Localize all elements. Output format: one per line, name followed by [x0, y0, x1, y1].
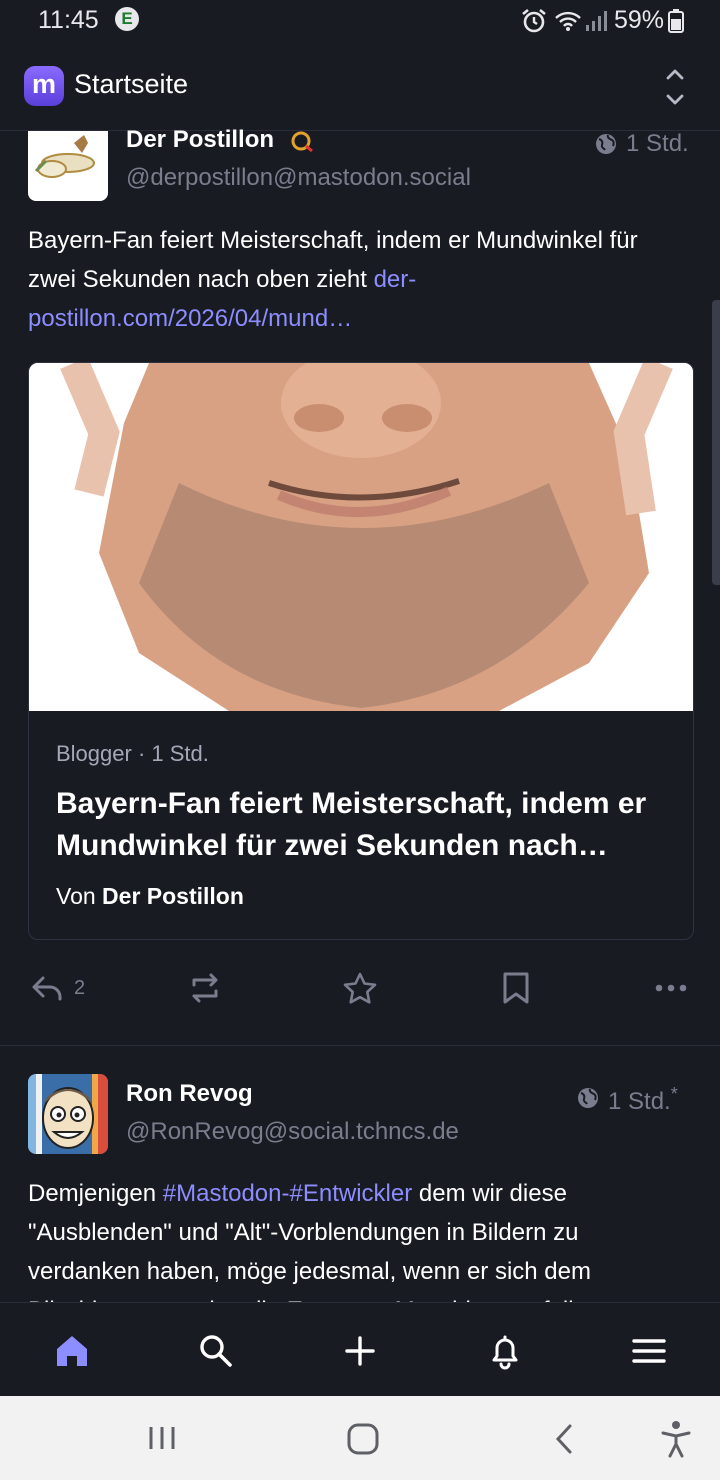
- boost-button[interactable]: [186, 960, 224, 1016]
- globe-icon: [594, 132, 618, 161]
- star-icon: [343, 972, 377, 1004]
- page-title: Startseite: [74, 69, 189, 99]
- bottom-navigation: [0, 1302, 720, 1397]
- wifi-icon: [554, 10, 582, 37]
- back-icon: [555, 1424, 572, 1454]
- card-meta: Blogger · 1 Std.: [56, 741, 209, 766]
- hashtag-link[interactable]: #Mastodon-#Entwickler: [163, 1180, 412, 1207]
- battery-icon: [668, 9, 684, 38]
- bell-icon: [492, 1335, 518, 1370]
- reply-button[interactable]: 2: [30, 960, 85, 1016]
- home-icon: [57, 1336, 87, 1366]
- card-author: Von Der Postillon: [56, 883, 244, 910]
- home-circle-icon: [347, 1423, 379, 1455]
- menu-icon: [632, 1339, 666, 1363]
- link-preview-card[interactable]: Blogger · 1 Std. Bayern-Fan feiert Meist…: [28, 362, 694, 940]
- notifications-tab[interactable]: [483, 1329, 527, 1373]
- post-actions: 2: [0, 960, 720, 1016]
- search-icon: [200, 1335, 232, 1367]
- signal-icon: [585, 10, 607, 37]
- home-tab[interactable]: [50, 1329, 94, 1373]
- e-badge-icon: E: [115, 7, 139, 31]
- more-icon: [655, 984, 687, 992]
- card-author-prefix: Von: [56, 883, 103, 909]
- alarm-icon: [520, 8, 548, 39]
- back-button[interactable]: [552, 1422, 578, 1461]
- globe-icon: [576, 1086, 600, 1115]
- bookmark-icon: [503, 972, 529, 1004]
- reply-icon: [32, 976, 62, 1001]
- system-navigation-bar: [0, 1396, 720, 1480]
- avatar[interactable]: [28, 1074, 108, 1154]
- menu-tab[interactable]: [627, 1329, 671, 1373]
- preview-image: [29, 363, 693, 711]
- avatar[interactable]: [28, 131, 108, 201]
- battery-percent: 59%: [614, 6, 665, 34]
- accessibility-icon: [661, 1421, 691, 1458]
- author-handle[interactable]: @RonRevog@social.tchncs.de: [126, 1118, 459, 1146]
- scrollbar[interactable]: [712, 300, 720, 585]
- home-button[interactable]: [346, 1422, 380, 1461]
- post-text: Bayern-Fan feiert Meisterschaft, indem e…: [28, 227, 638, 293]
- more-button[interactable]: [654, 960, 688, 1016]
- post-divider: [0, 1045, 720, 1046]
- recent-apps-icon: [149, 1427, 175, 1449]
- card-author-name: Der Postillon: [102, 883, 244, 909]
- author-name[interactable]: Ron Revog: [126, 1080, 253, 1108]
- account-badge-icon: [288, 128, 318, 159]
- app-header: m Startseite: [0, 44, 720, 131]
- bookmark-button[interactable]: [500, 960, 532, 1016]
- author-name[interactable]: Der Postillon: [126, 126, 274, 154]
- edited-mark: *: [670, 1084, 678, 1104]
- search-tab[interactable]: [194, 1329, 238, 1373]
- post-time[interactable]: 1 Std.*: [608, 1084, 678, 1116]
- reply-count: 2: [74, 976, 86, 999]
- post-text-start: Demjenigen: [28, 1180, 163, 1207]
- status-time: 11:45: [38, 6, 99, 34]
- recent-apps-button[interactable]: [146, 1424, 178, 1457]
- compose-tab[interactable]: [338, 1329, 382, 1373]
- mastodon-logo-icon[interactable]: m: [24, 66, 64, 106]
- post-content: Bayern-Fan feiert Meisterschaft, indem e…: [28, 221, 692, 338]
- post-time[interactable]: 1 Std.: [626, 130, 689, 158]
- boost-icon: [192, 973, 218, 1003]
- post-content: Demjenigen #Mastodon-#Entwickler dem wir…: [28, 1174, 692, 1302]
- card-title: Bayern-Fan feiert Meisterschaft, indem e…: [56, 787, 647, 862]
- author-handle[interactable]: @derpostillon@mastodon.social: [126, 164, 471, 192]
- plus-icon: [345, 1336, 375, 1366]
- favourite-button[interactable]: [342, 960, 378, 1016]
- accessibility-button[interactable]: [660, 1420, 692, 1463]
- post-time-text: 1 Std.: [608, 1088, 671, 1115]
- expand-collapse-icon[interactable]: [660, 64, 690, 110]
- status-bar: 11:45 E 59%: [0, 0, 720, 44]
